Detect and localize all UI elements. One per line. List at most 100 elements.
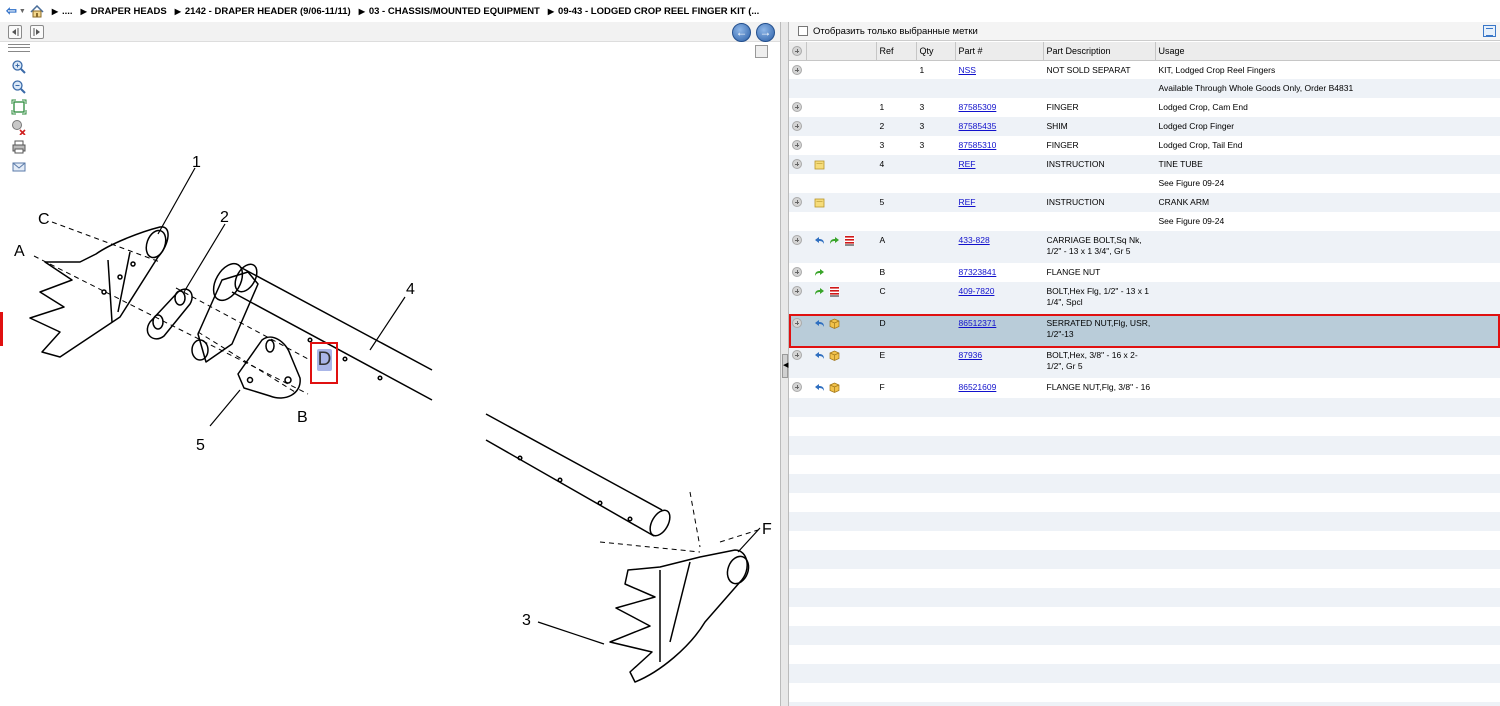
home-icon[interactable]: [30, 4, 44, 18]
part-number-cell[interactable]: [955, 212, 1043, 231]
row-expand-cell[interactable]: [789, 193, 806, 212]
callout-4[interactable]: 4: [406, 281, 415, 298]
expand-row-icon[interactable]: [792, 197, 802, 207]
part-number-cell[interactable]: 87936: [955, 346, 1043, 378]
row-expand-cell[interactable]: [789, 79, 806, 98]
part-number-cell[interactable]: 87585310: [955, 136, 1043, 155]
part-number-cell[interactable]: 86512371: [955, 314, 1043, 346]
box-icon[interactable]: [829, 382, 840, 393]
expand-row-icon[interactable]: [792, 267, 802, 277]
callout-b[interactable]: B: [297, 409, 308, 426]
breadcrumb-finger-kit[interactable]: ▶ 09-43 - LODGED CROP REEL FINGER KIT (..…: [548, 6, 759, 17]
list-view-icon[interactable]: [1483, 25, 1496, 37]
row-expand-cell[interactable]: [789, 212, 806, 231]
part-number-cell[interactable]: NSS: [955, 60, 1043, 79]
callout-5[interactable]: 5: [196, 437, 205, 454]
table-row[interactable]: 1 3 87585309 FINGER Lodged Crop, Cam End: [789, 98, 1500, 117]
show-selected-checkbox[interactable]: [798, 26, 808, 36]
box-icon[interactable]: [829, 318, 840, 329]
reply-icon[interactable]: [814, 318, 825, 329]
part-number-cell[interactable]: REF: [955, 193, 1043, 212]
part-number-cell[interactable]: [955, 79, 1043, 98]
callout-f[interactable]: F: [762, 521, 772, 538]
table-row[interactable]: E 87936 BOLT,Hex, 3/8" - 16 x 2-1/2", Gr 5: [789, 346, 1500, 378]
splitter-collapse-icon[interactable]: ◀: [782, 354, 788, 378]
part-number-cell[interactable]: 87585309: [955, 98, 1043, 117]
header-ref[interactable]: Ref: [876, 42, 917, 61]
callout-d[interactable]: D: [317, 349, 332, 371]
expand-row-icon[interactable]: [792, 318, 802, 328]
table-row[interactable]: Available Through Whole Goods Only, Orde…: [789, 79, 1500, 98]
collapse-left-icon[interactable]: [8, 25, 22, 39]
breadcrumb-root[interactable]: ▶....: [52, 6, 73, 17]
next-page-button[interactable]: →: [756, 23, 775, 42]
breadcrumb-draper-heads[interactable]: ▶ DRAPER HEADS: [81, 6, 167, 17]
reply-icon[interactable]: [814, 382, 825, 393]
row-expand-cell[interactable]: [789, 155, 806, 174]
table-row[interactable]: B 87323841 FLANGE NUT: [789, 263, 1500, 282]
pane-splitter[interactable]: ◀: [780, 22, 789, 706]
row-expand-cell[interactable]: [789, 263, 806, 282]
header-expand[interactable]: [789, 42, 807, 61]
expand-row-icon[interactable]: [792, 64, 802, 75]
list-icon[interactable]: [844, 235, 855, 246]
callout-1[interactable]: 1: [192, 154, 201, 171]
prev-page-button[interactable]: ←: [732, 23, 751, 42]
expand-row-icon[interactable]: [792, 140, 802, 150]
table-row[interactable]: 2 3 87585435 SHIM Lodged Crop Finger: [789, 117, 1500, 136]
forward-icon[interactable]: [814, 286, 825, 297]
table-row[interactable]: A 433-828 CARRIAGE BOLT,Sq Nk, 1/2" - 13 x…: [789, 231, 1500, 263]
row-expand-cell[interactable]: [789, 174, 806, 193]
row-expand-cell[interactable]: [789, 378, 806, 397]
collapse-right-icon[interactable]: [30, 25, 44, 39]
part-number-cell[interactable]: 87323841: [955, 263, 1043, 282]
callout-c[interactable]: C: [38, 211, 50, 228]
part-number-link[interactable]: 87585435: [959, 121, 997, 131]
hotspot-d-highlight[interactable]: D: [310, 342, 338, 384]
expand-row-icon[interactable]: [792, 382, 802, 392]
table-row[interactable]: F 86521609 FLANGE NUT,Flg, 3/8" - 16: [789, 378, 1500, 397]
expand-row-icon[interactable]: [792, 159, 802, 169]
table-row[interactable]: See Figure 09-24: [789, 174, 1500, 193]
expand-row-icon[interactable]: [792, 102, 802, 112]
header-description[interactable]: Part Description: [1043, 42, 1156, 61]
table-row[interactable]: See Figure 09-24: [789, 212, 1500, 231]
breadcrumb-draper-header[interactable]: ▶ 2142 - DRAPER HEADER (9/06-11/11): [175, 6, 351, 17]
expand-row-icon[interactable]: [792, 286, 802, 296]
row-expand-cell[interactable]: [789, 60, 806, 79]
row-expand-cell[interactable]: [789, 98, 806, 117]
callout-2[interactable]: 2: [220, 209, 229, 226]
part-number-link[interactable]: 87323841: [959, 267, 997, 277]
breadcrumb-chassis[interactable]: ▶ 03 - CHASSIS/MOUNTED EQUIPMENT: [359, 6, 540, 17]
header-usage[interactable]: Usage: [1155, 42, 1500, 61]
row-expand-cell[interactable]: [789, 346, 806, 378]
forward-icon[interactable]: [814, 267, 825, 278]
part-number-cell[interactable]: 86521609: [955, 378, 1043, 397]
expand-row-icon[interactable]: [792, 235, 802, 245]
row-expand-cell[interactable]: [789, 282, 806, 314]
part-number-link[interactable]: 87585310: [959, 140, 997, 150]
part-number-link[interactable]: 433-828: [959, 235, 990, 245]
part-number-link[interactable]: 87585309: [959, 102, 997, 112]
note-icon[interactable]: [814, 197, 825, 208]
back-arrow-icon[interactable]: ⇦: [6, 3, 17, 19]
callout-3[interactable]: 3: [522, 612, 531, 629]
row-expand-cell[interactable]: [789, 314, 806, 346]
expand-all-icon[interactable]: [792, 45, 802, 56]
part-number-link[interactable]: 87936: [959, 350, 983, 360]
part-number-link[interactable]: NSS: [959, 65, 976, 75]
row-expand-cell[interactable]: [789, 117, 806, 136]
reply-icon[interactable]: [814, 350, 825, 361]
table-row[interactable]: 4 REF INSTRUCTION TINE TUBE: [789, 155, 1500, 174]
part-number-cell[interactable]: 409-7820: [955, 282, 1043, 314]
expand-row-icon[interactable]: [792, 121, 802, 131]
part-number-link[interactable]: 86521609: [959, 382, 997, 392]
forward-icon[interactable]: [829, 235, 840, 246]
expand-row-icon[interactable]: [792, 350, 802, 360]
header-part-number[interactable]: Part #: [955, 42, 1044, 61]
part-number-link[interactable]: 409-7820: [959, 286, 995, 296]
box-icon[interactable]: [829, 350, 840, 361]
table-row[interactable]: 3 3 87585310 FINGER Lodged Crop, Tail End: [789, 136, 1500, 155]
part-number-cell[interactable]: 87585435: [955, 117, 1043, 136]
note-icon[interactable]: [814, 159, 825, 170]
